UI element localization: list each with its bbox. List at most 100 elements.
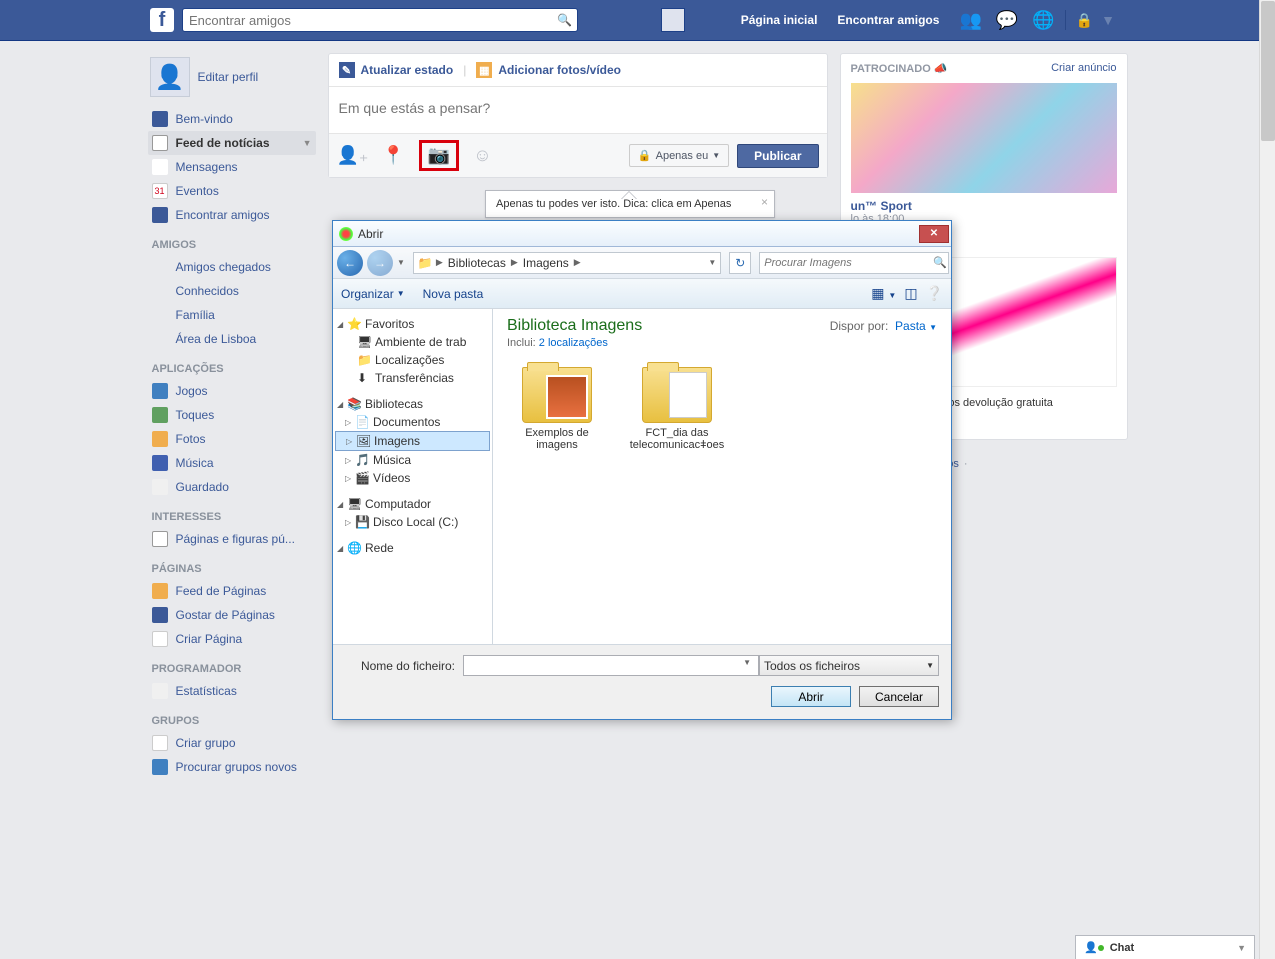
avatar: 👤 bbox=[150, 57, 190, 97]
nav-item[interactable]: Feed de Páginas bbox=[148, 579, 316, 603]
composer-actions: 👤₊ 📍 📷 ☺ 🔒 Apenas eu ▼ Publicar bbox=[329, 133, 827, 177]
tree-computer[interactable]: ◢🖥Computador bbox=[335, 495, 490, 513]
filetype-dropdown[interactable]: Todos os ficheiros▼ bbox=[759, 655, 939, 676]
nav-icon: 31 bbox=[152, 183, 168, 199]
tree-item-selected[interactable]: ▷🖼Imagens bbox=[335, 431, 490, 451]
notifications-icon[interactable]: 🌐 bbox=[1032, 10, 1054, 31]
cancel-button[interactable]: Cancelar bbox=[859, 686, 939, 707]
locations-link[interactable]: 2 localizações bbox=[539, 337, 608, 349]
nav-item[interactable]: Fotos bbox=[148, 427, 316, 451]
browser-scrollbar[interactable] bbox=[1259, 0, 1275, 959]
facebook-logo-icon[interactable]: f bbox=[150, 8, 174, 32]
tree-item[interactable]: ▷💾Disco Local (C:) bbox=[335, 513, 490, 531]
tab-status[interactable]: ✎ Atualizar estado bbox=[339, 62, 454, 78]
profile-block[interactable]: 👤 Editar perfil bbox=[148, 53, 316, 107]
search-icon[interactable]: 🔍 bbox=[557, 13, 572, 27]
tree-item[interactable]: ⬇Transferências bbox=[335, 369, 490, 387]
nav-item[interactable]: Amigos chegados bbox=[148, 255, 316, 279]
find-friends-link[interactable]: Encontrar amigos bbox=[827, 13, 949, 27]
open-button[interactable]: Abrir bbox=[771, 686, 851, 707]
tree-item[interactable]: ▷📄Documentos bbox=[335, 413, 490, 431]
publish-button[interactable]: Publicar bbox=[737, 144, 818, 168]
tab-photo[interactable]: ▦ Adicionar fotos/vídeo bbox=[476, 62, 621, 78]
address-bar[interactable]: 📁 ▶ Bibliotecas ▶ Imagens ▶ ▼ bbox=[413, 252, 721, 274]
chat-bar[interactable]: 👤 Chat ▼ bbox=[1075, 935, 1255, 959]
tree-item[interactable]: ▷🎵Música bbox=[335, 451, 490, 469]
camera-icon[interactable]: 📷 bbox=[419, 140, 459, 171]
dialog-toolbar: Organizar ▼ Nova pasta ▦ ▼ ◫ ❔ bbox=[333, 279, 951, 309]
nav-item[interactable]: Jogos bbox=[148, 379, 316, 403]
nav-forward-button[interactable]: → bbox=[367, 250, 393, 276]
tree-item[interactable]: 🖥Ambiente de trab bbox=[335, 333, 490, 351]
tree-item[interactable]: ▷🎬Vídeos bbox=[335, 469, 490, 487]
nav-item[interactable]: Feed de notícias▼ bbox=[148, 131, 316, 155]
nav-item[interactable]: Estatísticas bbox=[148, 679, 316, 703]
nav-item[interactable]: Mensagens bbox=[148, 155, 316, 179]
dialog-content[interactable]: Biblioteca Imagens Inclui: 2 localizaçõe… bbox=[493, 309, 951, 644]
path-arrow-icon[interactable]: ▶ bbox=[511, 257, 518, 268]
ad-image-1[interactable] bbox=[851, 83, 1117, 193]
privacy-selector[interactable]: 🔒 Apenas eu ▼ bbox=[629, 144, 729, 167]
path-segment[interactable]: Bibliotecas bbox=[446, 256, 508, 270]
ad-title-1[interactable]: un™ Sport bbox=[841, 193, 1127, 213]
nav-item[interactable]: Páginas e figuras pú... bbox=[148, 527, 316, 551]
nav-item[interactable]: Conhecidos bbox=[148, 279, 316, 303]
nav-item[interactable]: Encontrar amigos bbox=[148, 203, 316, 227]
nav-item[interactable]: Procurar grupos novos bbox=[148, 755, 316, 779]
refresh-button[interactable]: ↻ bbox=[729, 252, 751, 274]
nav-label: Feed de Páginas bbox=[176, 584, 267, 598]
dialog-tree[interactable]: ◢⭐Favoritos 🖥Ambiente de trab 📁Localizaç… bbox=[333, 309, 493, 644]
composer-input[interactable] bbox=[339, 97, 817, 119]
nav-back-button[interactable]: ← bbox=[337, 250, 363, 276]
path-segment[interactable]: Imagens bbox=[521, 256, 571, 270]
nav-item[interactable]: Guardado bbox=[148, 475, 316, 499]
folder-item[interactable]: FCT_dia das telecomunicacǂoes bbox=[627, 367, 727, 451]
filename-input[interactable] bbox=[463, 655, 759, 676]
filename-dropdown-icon[interactable]: ▼ bbox=[743, 658, 751, 676]
home-link[interactable]: Página inicial bbox=[731, 13, 828, 27]
path-arrow-icon[interactable]: ▶ bbox=[436, 257, 443, 268]
settings-dropdown-icon[interactable]: ▼ bbox=[1101, 12, 1115, 28]
dialog-titlebar[interactable]: Abrir ✕ bbox=[333, 221, 951, 247]
nav-history-dropdown[interactable]: ▼ bbox=[397, 258, 405, 267]
create-ad-link[interactable]: Criar anúncio bbox=[1051, 62, 1116, 75]
arrange-by-dropdown[interactable]: Pasta ▼ bbox=[895, 319, 937, 333]
tooltip-close-icon[interactable]: × bbox=[761, 195, 768, 209]
tree-network[interactable]: ◢🌐Rede bbox=[335, 539, 490, 557]
nav-item[interactable]: Criar Página bbox=[148, 627, 316, 651]
composer-body[interactable] bbox=[329, 87, 827, 133]
nav-item[interactable]: Bem-vindo bbox=[148, 107, 316, 131]
feeling-icon[interactable]: ☺ bbox=[473, 145, 491, 166]
nav-item[interactable]: Criar grupo bbox=[148, 731, 316, 755]
tree-favorites[interactable]: ◢⭐Favoritos bbox=[335, 315, 490, 333]
folder-item[interactable]: Exemplos de imagens bbox=[507, 367, 607, 451]
dialog-search-input[interactable] bbox=[759, 252, 949, 274]
view-mode-button[interactable]: ▦ ▼ bbox=[871, 285, 896, 302]
privacy-shortcuts-icon[interactable]: 🔒 bbox=[1076, 12, 1093, 29]
search-icon[interactable]: 🔍 bbox=[933, 256, 947, 269]
nav-item[interactable]: Família bbox=[148, 303, 316, 327]
help-button[interactable]: ❔ bbox=[926, 285, 943, 302]
nav-item[interactable]: Área de Lisboa bbox=[148, 327, 316, 351]
nav-item[interactable]: Gostar de Páginas bbox=[148, 603, 316, 627]
edit-profile-link[interactable]: Editar perfil bbox=[198, 70, 259, 84]
nav-item[interactable]: Toques bbox=[148, 403, 316, 427]
tree-item[interactable]: 📁Localizações bbox=[335, 351, 490, 369]
chevron-down-icon[interactable]: ▼ bbox=[303, 138, 312, 148]
nav-item[interactable]: Música bbox=[148, 451, 316, 475]
tree-libraries[interactable]: ◢📚Bibliotecas bbox=[335, 395, 490, 413]
path-dropdown-icon[interactable]: ▼ bbox=[708, 258, 716, 267]
friend-requests-icon[interactable]: 👥 bbox=[959, 10, 981, 31]
search-input[interactable] bbox=[182, 8, 578, 32]
new-folder-button[interactable]: Nova pasta bbox=[423, 287, 484, 301]
dialog-close-button[interactable]: ✕ bbox=[919, 225, 949, 243]
nav-label: Estatísticas bbox=[176, 684, 237, 698]
tag-people-icon[interactable]: 👤₊ bbox=[337, 145, 369, 166]
organize-menu[interactable]: Organizar ▼ bbox=[341, 287, 405, 301]
location-icon[interactable]: 📍 bbox=[382, 145, 404, 166]
user-thumbnail[interactable] bbox=[661, 8, 685, 32]
nav-item[interactable]: 31Eventos bbox=[148, 179, 316, 203]
preview-pane-button[interactable]: ◫ bbox=[904, 285, 917, 302]
messages-icon[interactable]: 💬 bbox=[996, 10, 1018, 31]
path-arrow-icon[interactable]: ▶ bbox=[574, 257, 581, 268]
